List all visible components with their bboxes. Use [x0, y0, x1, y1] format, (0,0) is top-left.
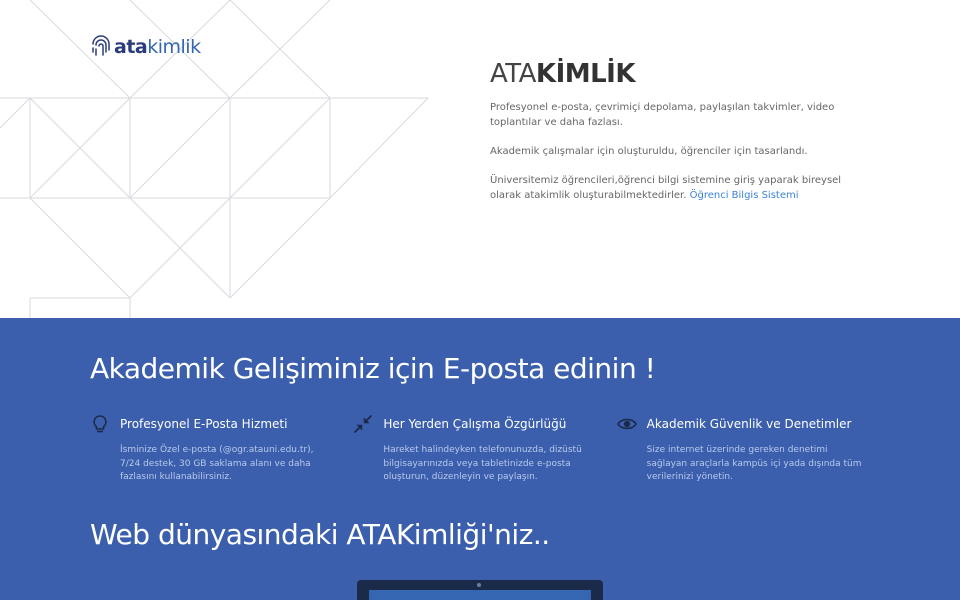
- laptop-illustration: [357, 580, 603, 600]
- fingerprint-icon: [92, 35, 110, 56]
- logo-text-ata: ata: [114, 36, 148, 58]
- brand-title-light: ATA: [490, 59, 536, 89]
- device-screen: [369, 590, 591, 600]
- intro-paragraph-3: Üniversitemiz öğrencileri,öğrenci bilgi …: [490, 173, 870, 203]
- intro-block: ATAKİMLİK Profesyonel e-posta, çevrimiçi…: [490, 58, 870, 203]
- web-identity-heading: Web dünyasındaki ATAKimliği'niz..: [90, 518, 550, 551]
- brand-title-bold: KİMLİK: [535, 59, 636, 89]
- camera-dot: [477, 583, 481, 587]
- geometric-background: [0, 0, 429, 318]
- features-heading: Akademik Gelişiminiz için E-posta edinin…: [90, 352, 656, 385]
- feature-description: Size internet üzerinde gereken denetimi …: [646, 445, 862, 482]
- features-list: Profesyonel E-Posta Hizmeti İsminize Öze…: [90, 414, 880, 485]
- site-logo[interactable]: atakimlik: [90, 32, 201, 62]
- feature-title: Profesyonel E-Posta Hizmeti: [120, 417, 288, 431]
- intro-paragraph-2: Akademik çalışmalar için oluşturuldu, öğ…: [490, 146, 808, 157]
- compress-arrows-icon: [353, 414, 373, 434]
- feature-description: Hareket halindeyken telefonunuzda, dizüs…: [383, 445, 582, 482]
- brand-title: ATAKİMLİK: [490, 58, 870, 90]
- feature-item: Akademik Güvenlik ve Denetimler Size int…: [616, 414, 880, 485]
- feature-description: İsminize Özel e-posta (@ogr.atauni.edu.t…: [120, 445, 314, 482]
- feature-title: Akademik Güvenlik ve Denetimler: [646, 417, 852, 431]
- feature-item: Profesyonel E-Posta Hizmeti İsminize Öze…: [90, 414, 353, 485]
- hero-section: atakimlik ATAKİMLİK Profesyonel e-posta,…: [0, 0, 960, 318]
- student-info-system-link[interactable]: Öğrenci Bilgis Sistemi: [690, 190, 799, 201]
- feature-title: Her Yerden Çalışma Özgürlüğü: [383, 417, 567, 431]
- lightbulb-icon: [90, 414, 110, 434]
- feature-item: Her Yerden Çalışma Özgürlüğü Hareket hal…: [353, 414, 616, 485]
- eye-icon: [616, 414, 637, 434]
- logo-text-kimlik: kimlik: [147, 36, 201, 58]
- intro-paragraph-1: Profesyonel e-posta, çevrimiçi depolama,…: [490, 102, 835, 128]
- features-band: Akademik Gelişiminiz için E-posta edinin…: [0, 318, 960, 600]
- logo-text: atakimlik: [114, 36, 201, 58]
